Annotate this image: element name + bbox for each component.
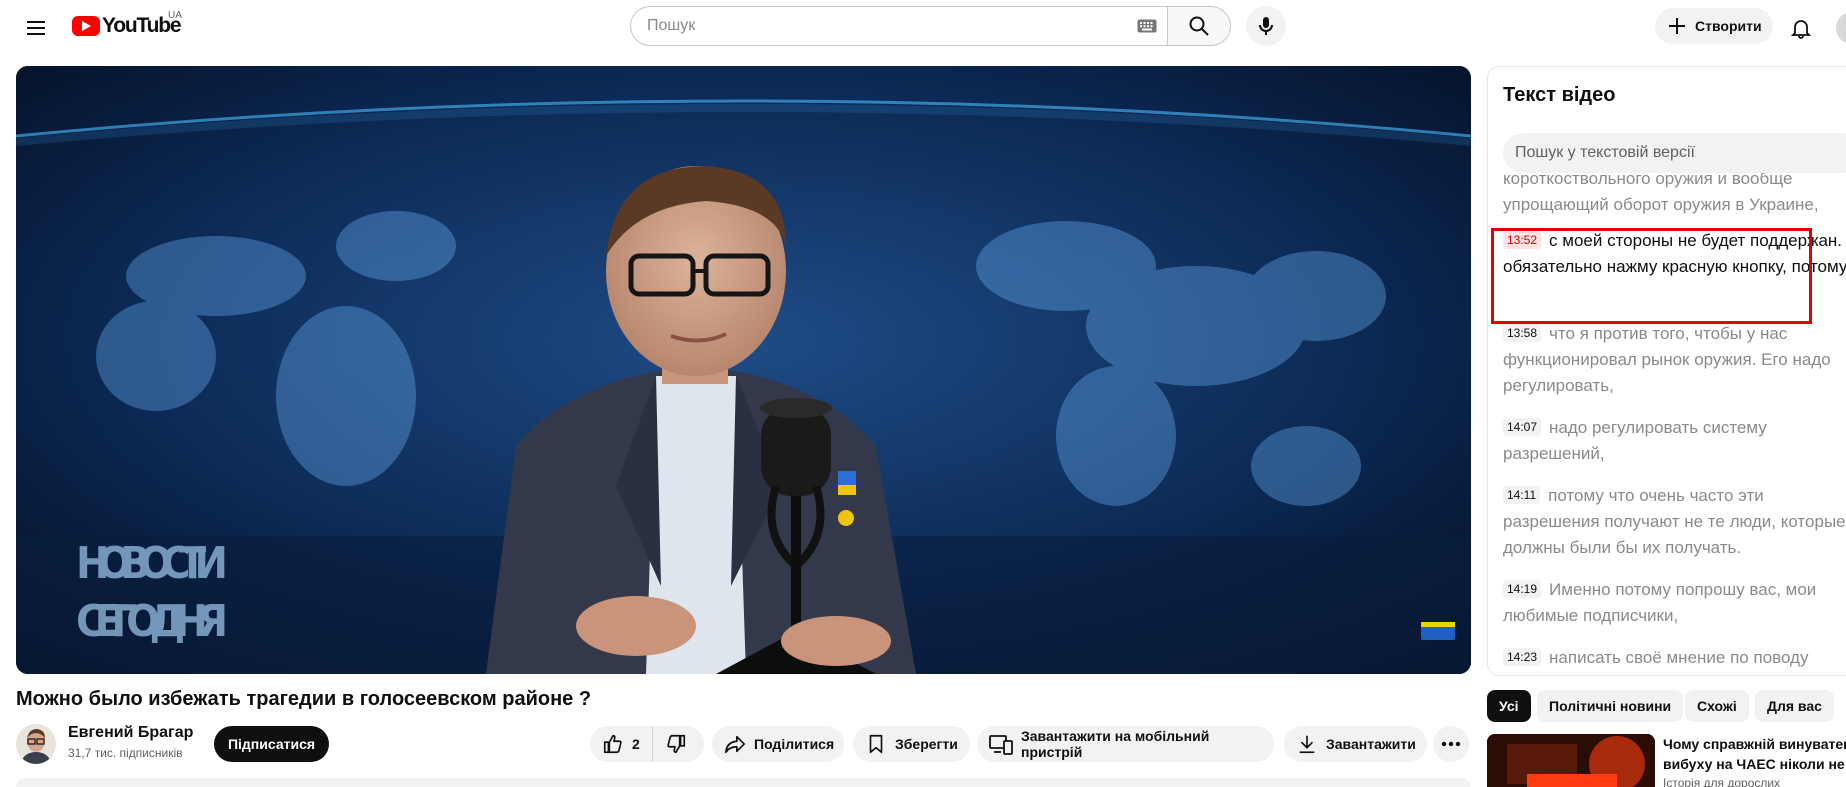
bookmark-icon xyxy=(869,734,883,754)
segment-text: написать своё мнение по поводу xyxy=(1549,648,1809,667)
segment-timestamp: 14:23 xyxy=(1503,648,1542,666)
download-button[interactable]: Завантажити xyxy=(1284,726,1427,762)
video-frame: НОВОСТИ СЕГОДНЯ xyxy=(16,66,1471,674)
share-button[interactable]: Поділитися xyxy=(712,726,844,762)
phone-tv-icon xyxy=(989,735,1013,755)
segment-timestamp: 13:58 xyxy=(1503,324,1542,342)
play-logo-icon xyxy=(72,16,100,36)
segment-text: надо регулировать систему разрешений, xyxy=(1503,418,1767,463)
transcript-segment[interactable]: 14:07 надо регулировать систему разрешени… xyxy=(1503,415,1846,467)
account-avatar[interactable] xyxy=(1836,12,1846,44)
segment-timestamp: 14:07 xyxy=(1503,418,1542,436)
video-title: Можно было избежать трагедии в голосеевс… xyxy=(16,688,592,710)
overlay-text-line1: НОВОСТИ xyxy=(76,537,228,588)
keyboard-icon[interactable] xyxy=(1137,19,1157,33)
transcript-search-input[interactable]: Пошук у текстовій версії xyxy=(1503,133,1846,173)
subscribe-button[interactable]: Підписатися xyxy=(214,726,329,762)
subscriber-count: 31,7 тис. підписників xyxy=(68,746,183,760)
recommended-title[interactable]: Чому справжній винуватець вибуху на ЧАЕС… xyxy=(1663,734,1846,774)
segment-text: потому что очень часто эти разрешения по… xyxy=(1503,486,1846,557)
download-label: Завантажити xyxy=(1326,736,1416,752)
segment-timestamp: 14:19 xyxy=(1503,580,1542,598)
thumbs-up-icon xyxy=(603,734,622,754)
recommended-title-line2: вибуху на ЧАЕС ніколи не ... xyxy=(1663,756,1846,772)
search-input[interactable] xyxy=(647,17,1087,35)
search-box xyxy=(630,6,1167,46)
recommended-channel[interactable]: Історія для дорослих xyxy=(1663,776,1780,787)
dislike-button[interactable] xyxy=(653,726,699,762)
channel-avatar[interactable] xyxy=(16,724,56,764)
voice-search-button[interactable] xyxy=(1246,6,1286,46)
like-dislike-group: 2 xyxy=(590,726,704,762)
search-icon xyxy=(1189,16,1209,36)
transcript-segment[interactable]: 14:23 написать своё мнение по поводу xyxy=(1503,645,1846,671)
segment-text: Именно потому попрошу вас, мои любимые п… xyxy=(1503,580,1817,625)
active-segment-highlight xyxy=(1491,228,1812,324)
video-player[interactable]: НОВОСТИ СЕГОДНЯ xyxy=(16,66,1471,674)
transcript-title: Текст відео xyxy=(1503,84,1616,106)
search-button[interactable] xyxy=(1167,6,1231,46)
bell-icon xyxy=(1790,20,1812,39)
transcript-segment[interactable]: 14:19 Именно потому попрошу вас, мои люби… xyxy=(1503,577,1846,629)
download-icon xyxy=(1299,735,1315,754)
transcript-segment[interactable]: 13:58 что я против того, чтобы у нас функ… xyxy=(1503,321,1846,399)
overlay-text-line2: СЕГОДНЯ xyxy=(76,596,228,647)
description-box[interactable] xyxy=(16,778,1471,787)
more-actions-button[interactable] xyxy=(1433,726,1469,762)
notifications-button[interactable] xyxy=(1781,8,1821,48)
plus-icon xyxy=(1669,18,1685,34)
chip-all[interactable]: Усі xyxy=(1487,690,1531,722)
save-label: Зберегти xyxy=(895,736,958,752)
transcript-partial-segment[interactable]: короткоствольного оружия и вообще упроща… xyxy=(1503,173,1846,218)
segment-text: что я против того, чтобы у нас функциони… xyxy=(1503,324,1831,395)
create-label: Створити xyxy=(1695,18,1762,34)
download-to-mobile-label: Завантажити на мобільний пристрій xyxy=(1021,728,1210,760)
country-code: UA xyxy=(168,10,182,21)
menu-icon xyxy=(27,21,45,35)
transcript-panel: Текст відео Пошук у текстовій версії кор… xyxy=(1487,66,1846,676)
channel-watermark xyxy=(1421,622,1455,640)
hamburger-menu-button[interactable] xyxy=(16,8,56,48)
more-horizontal-icon xyxy=(1441,741,1461,747)
create-button[interactable]: Створити xyxy=(1655,8,1773,44)
like-button[interactable]: 2 xyxy=(590,726,653,762)
thumbs-down-icon xyxy=(667,734,685,754)
channel-name[interactable]: Евгений Брагар xyxy=(68,724,193,742)
transcript-segment[interactable]: 14:11 потому что очень часто эти разрешен… xyxy=(1503,483,1846,561)
save-button[interactable]: Зберегти xyxy=(853,726,970,762)
top-bar: YouTube UA Створити xyxy=(0,0,1846,56)
transcript-partial-line2: упрощающий оборот оружия в Украине, xyxy=(1503,195,1819,214)
transcript-partial-line1: короткоствольного оружия и вообще xyxy=(1503,173,1793,188)
chip-political-news[interactable]: Політичні новини xyxy=(1537,690,1684,722)
recommended-thumbnail[interactable] xyxy=(1487,734,1655,787)
like-count: 2 xyxy=(632,736,640,752)
microphone-icon xyxy=(1259,17,1273,35)
share-label: Поділитися xyxy=(754,736,835,752)
segment-timestamp: 14:11 xyxy=(1503,486,1541,504)
chip-for-you[interactable]: Для вас xyxy=(1755,690,1834,722)
recommended-title-line1: Чому справжній винуватець xyxy=(1663,736,1846,752)
youtube-logo[interactable]: YouTube xyxy=(72,14,182,38)
chip-similar[interactable]: Схожі xyxy=(1685,690,1749,722)
download-to-mobile-button[interactable]: Завантажити на мобільний пристрій xyxy=(977,726,1274,762)
share-icon xyxy=(725,735,745,754)
